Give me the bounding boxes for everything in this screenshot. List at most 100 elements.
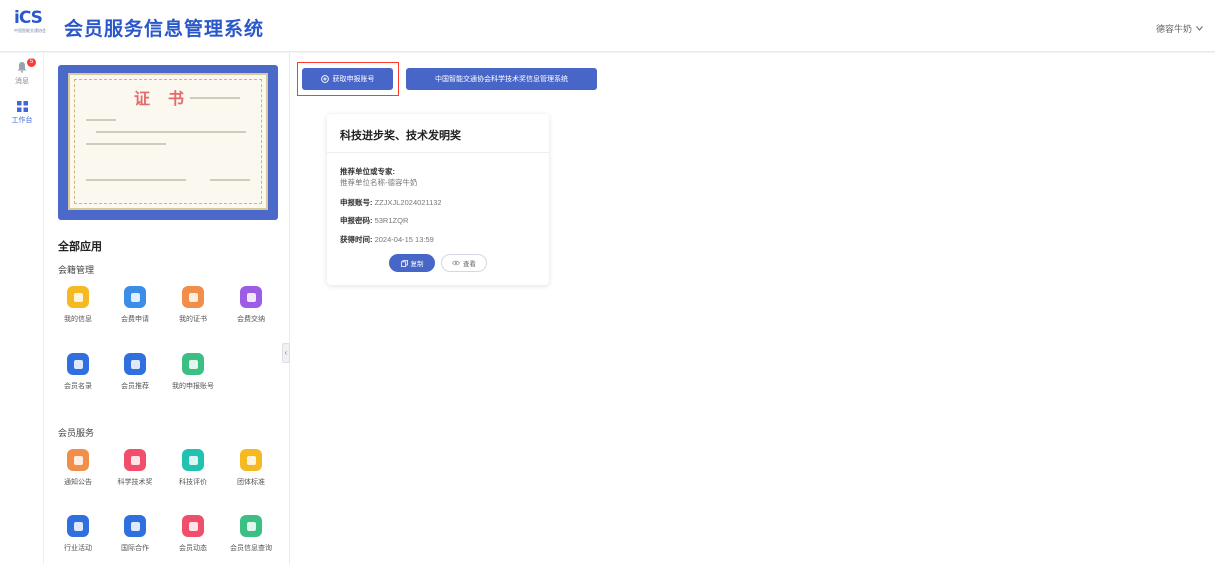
directory-icon	[67, 353, 89, 375]
app-tech-evaluation[interactable]: 科技评价	[164, 449, 222, 487]
app-fee-payment[interactable]: 会费交纳	[222, 286, 280, 324]
rail-item-messages[interactable]: 5 消息	[0, 58, 44, 86]
app-label: 国际合作	[121, 545, 149, 552]
account-value: ZZJXJL2024021132	[374, 198, 442, 207]
app-group-standard[interactable]: 团体标准	[222, 449, 280, 487]
password-label: 申报密码:	[340, 216, 373, 225]
standard-icon	[240, 449, 262, 471]
password-value: 53R1ZQR	[374, 216, 409, 225]
app-logo[interactable]: iCS 中国智能交通协会	[14, 8, 54, 44]
cert-text-line	[86, 119, 116, 121]
app-notice[interactable]: 通知公告	[49, 449, 107, 487]
award-system-link-button[interactable]: 中国智能交通协会科学技术奖信息管理系统	[406, 68, 597, 90]
evaluate-icon	[182, 449, 204, 471]
app-my-certificate[interactable]: 我的证书	[164, 286, 222, 324]
left-rail: 5 消息 工作台	[0, 53, 44, 564]
copy-label: 复制	[410, 261, 424, 268]
eye-icon	[452, 260, 460, 266]
app-label: 会费申请	[121, 316, 149, 323]
account-field: 申报账号: ZZJXJL2024021132	[340, 197, 442, 208]
cert-text-line	[210, 179, 250, 181]
app-label: 会员推荐	[121, 383, 149, 390]
unit-label: 推荐单位或专家:	[340, 167, 395, 176]
certificate-icon	[182, 286, 204, 308]
view-button[interactable]: 查看	[441, 254, 487, 272]
app-member-directory[interactable]: 会员名录	[49, 353, 107, 391]
app-label: 行业活动	[64, 545, 92, 552]
app-my-account[interactable]: 我的申报账号	[164, 353, 222, 391]
cooperation-icon	[124, 515, 146, 537]
copy-button[interactable]: 复制	[389, 254, 435, 272]
certificate-paper: 证书	[68, 73, 268, 210]
cert-text-line	[86, 143, 166, 145]
app-member-news[interactable]: 会员动态	[164, 515, 222, 553]
collapse-panel-handle[interactable]: ‹	[282, 343, 290, 363]
card-title: 科技进步奖、技术发明奖	[340, 130, 461, 142]
app-member-recommend[interactable]: 会员推荐	[106, 353, 164, 391]
group-title-membership: 会籍管理	[58, 265, 95, 275]
app-label: 团体标准	[237, 479, 265, 486]
time-value: 2024-04-15 13:59	[374, 235, 434, 244]
app-title: 会员服务信息管理系统	[64, 19, 265, 40]
card-divider	[327, 152, 549, 153]
time-label: 获得时间:	[340, 235, 373, 244]
app-label: 我的证书	[179, 316, 207, 323]
app-label: 科技评价	[179, 479, 207, 486]
app-science-award[interactable]: 科学技术奖	[106, 449, 164, 487]
app-panel: 证书 全部应用 会籍管理 我的信息 会费申请 我的证书 会费交纳 会员名录 会员…	[44, 53, 290, 564]
app-my-info[interactable]: 我的信息	[49, 286, 107, 324]
get-account-label: 获取申报账号	[332, 76, 375, 83]
unit-value: 推荐单位名称-德容牛奶	[340, 178, 418, 187]
user-name: 德容牛奶	[1155, 24, 1192, 34]
app-label: 我的信息	[64, 316, 92, 323]
app-label: 会员名录	[64, 383, 92, 390]
app-label: 会费交纳	[237, 316, 265, 323]
top-header: iCS 中国智能交通协会 会员服务信息管理系统 德容牛奶	[0, 0, 1215, 52]
get-account-button[interactable]: 获取申报账号	[302, 68, 393, 90]
account-label: 申报账号:	[340, 198, 373, 207]
app-international-cooperation[interactable]: 国际合作	[106, 515, 164, 553]
password-field: 申报密码: 53R1ZQR	[340, 215, 408, 226]
rail-item-workbench[interactable]: 工作台	[0, 101, 44, 125]
app-industry-activity[interactable]: 行业活动	[49, 515, 107, 553]
news-icon	[182, 515, 204, 537]
group-title-services: 会员服务	[58, 428, 95, 438]
rail-item-label: 消息	[15, 78, 29, 85]
cert-text-line	[96, 131, 246, 133]
logo-subtitle: 中国智能交通协会	[14, 28, 46, 33]
grid-icon	[16, 101, 28, 112]
main-content: 获取申报账号 中国智能交通协会科学技术奖信息管理系统 科技进步奖、技术发明奖 推…	[290, 53, 1215, 564]
recommend-icon	[124, 353, 146, 375]
certificate-preview[interactable]: 证书	[58, 65, 278, 220]
app-label: 通知公告	[64, 479, 92, 486]
info-icon	[67, 286, 89, 308]
notice-icon	[67, 449, 89, 471]
document-icon	[124, 286, 146, 308]
user-menu[interactable]: 德容牛奶	[1156, 22, 1203, 35]
plus-circle-icon	[320, 75, 329, 83]
app-member-query[interactable]: 会员信息查询	[222, 515, 280, 553]
account-icon	[182, 353, 204, 375]
all-apps-title: 全部应用	[58, 241, 102, 253]
logo-mark: iCS	[14, 8, 43, 28]
message-badge: 5	[27, 58, 36, 67]
award-system-label: 中国智能交通协会科学技术奖信息管理系统	[435, 76, 568, 83]
rail-item-label: 工作台	[11, 117, 33, 124]
cert-text-line	[190, 97, 240, 99]
app-label: 我的申报账号	[172, 383, 214, 390]
copy-icon	[400, 259, 408, 267]
activity-icon	[67, 515, 89, 537]
time-field: 获得时间: 2024-04-15 13:59	[340, 234, 434, 245]
unit-field: 推荐单位或专家:	[340, 166, 395, 177]
cert-text-line	[86, 179, 186, 181]
chevron-down-icon	[1196, 26, 1203, 31]
app-label: 科学技术奖	[117, 479, 153, 486]
view-label: 查看	[463, 261, 476, 268]
query-icon	[240, 515, 262, 537]
award-icon	[124, 449, 146, 471]
payment-icon	[240, 286, 262, 308]
account-card: 科技进步奖、技术发明奖 推荐单位或专家: 推荐单位名称-德容牛奶 申报账号: Z…	[327, 114, 549, 285]
app-label: 会员信息查询	[230, 545, 272, 552]
app-fee-apply[interactable]: 会费申请	[106, 286, 164, 324]
app-label: 会员动态	[179, 545, 207, 552]
